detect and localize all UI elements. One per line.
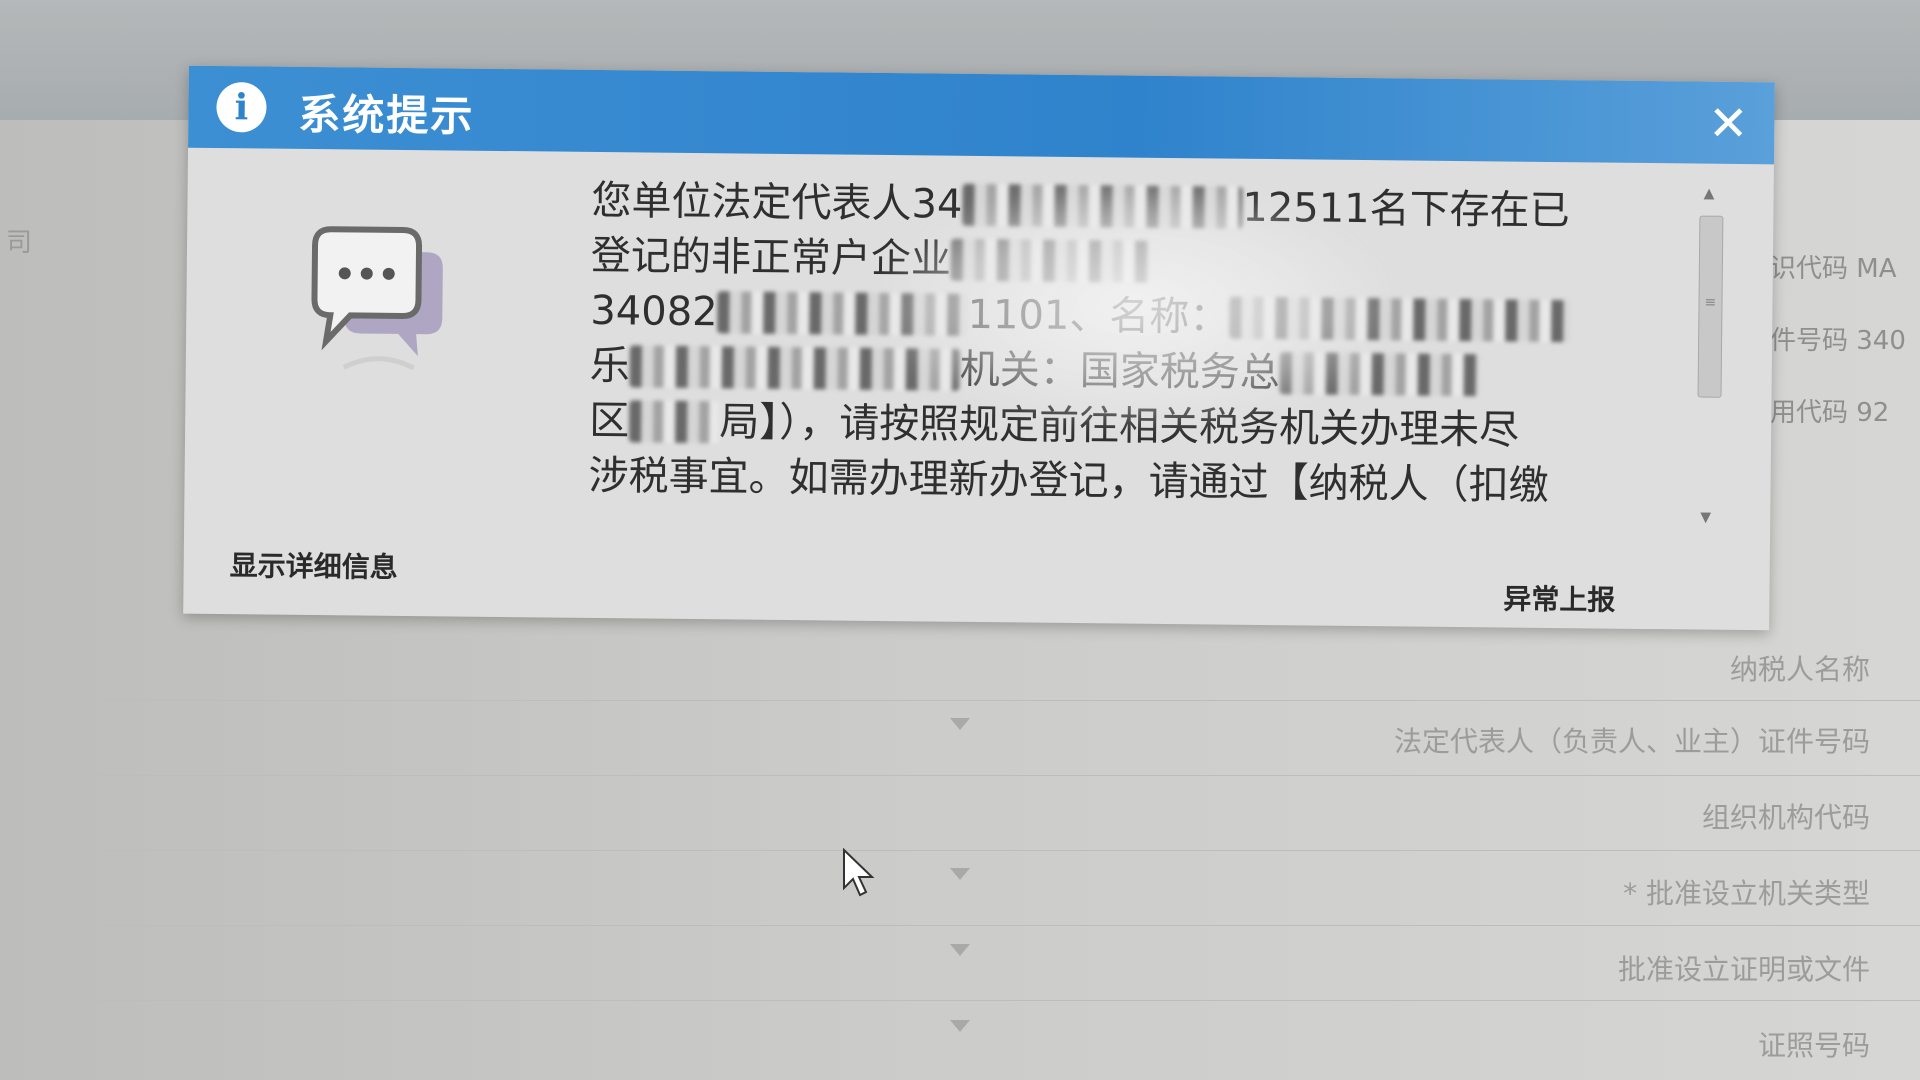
- redacted-text: [628, 400, 720, 444]
- system-alert-dialog: i 系统提示 ✕ 您单位法定代表人34 12511名下存在已 登记的非正常户企业 …: [183, 65, 1775, 631]
- redacted-text: [962, 183, 1243, 229]
- field-label-credit-code: 识代码 MA: [1770, 254, 1897, 284]
- show-details-link[interactable]: 显示详细信息: [229, 544, 398, 586]
- dropdown-arrow-icon[interactable]: [950, 868, 970, 880]
- form-row-divider: [0, 700, 1920, 701]
- form-row-divider: [0, 1000, 1920, 1001]
- redacted-text: [717, 291, 968, 336]
- field-label-approval-authority-type: * 批准设立机关类型: [1623, 877, 1870, 910]
- form-row-divider: [0, 850, 1920, 851]
- scroll-thumb[interactable]: ≡: [1697, 215, 1724, 398]
- field-label-legal-rep-id: 法定代表人（负责人、业主）证件号码: [1393, 725, 1870, 758]
- redacted-text: [1279, 352, 1480, 397]
- field-label-id-number: 件号码 340: [1770, 326, 1906, 356]
- dropdown-arrow-icon[interactable]: [950, 718, 970, 730]
- field-label-taxpayer-name: 纳税人名称: [1729, 653, 1870, 686]
- field-label-org-code: 用代码 92: [1770, 398, 1890, 428]
- form-row-divider: [0, 925, 1920, 926]
- field-label-approval-document: 批准设立证明或文件: [1617, 953, 1870, 986]
- dropdown-arrow-icon[interactable]: [950, 1020, 970, 1032]
- info-icon: i: [216, 82, 267, 133]
- dialog-title: 系统提示: [298, 89, 475, 141]
- redacted-text: [1229, 296, 1570, 343]
- field-label-org-code-2: 组织机构代码: [1701, 801, 1870, 834]
- redacted-text: [629, 345, 960, 391]
- form-left-label: 司: [6, 228, 33, 258]
- message-bubbles-icon: [311, 226, 443, 371]
- close-button[interactable]: ✕: [1708, 96, 1749, 152]
- message-scrollbar[interactable]: ▲ ≡ ▼: [1694, 186, 1724, 526]
- mouse-cursor-icon: [843, 848, 875, 897]
- dropdown-arrow-icon[interactable]: [950, 944, 970, 956]
- message-line: 涉税事宜。如需办理新办登记，请通过【纳税人（扣缴: [588, 452, 1549, 509]
- field-label-license-number: 证照号码: [1757, 1029, 1870, 1062]
- grip-icon: ≡: [1704, 294, 1717, 311]
- form-row-divider: [0, 775, 1920, 776]
- scroll-down-icon[interactable]: ▼: [1700, 510, 1711, 526]
- alert-message-text: 您单位法定代表人34 12511名下存在已 登记的非正常户企业 34082 1101…: [588, 174, 1627, 523]
- redacted-text: [950, 238, 1152, 283]
- scroll-up-icon[interactable]: ▲: [1704, 186, 1715, 202]
- dialog-titlebar: i 系统提示 ✕: [188, 65, 1775, 165]
- report-exception-link[interactable]: 异常上报: [1503, 578, 1615, 619]
